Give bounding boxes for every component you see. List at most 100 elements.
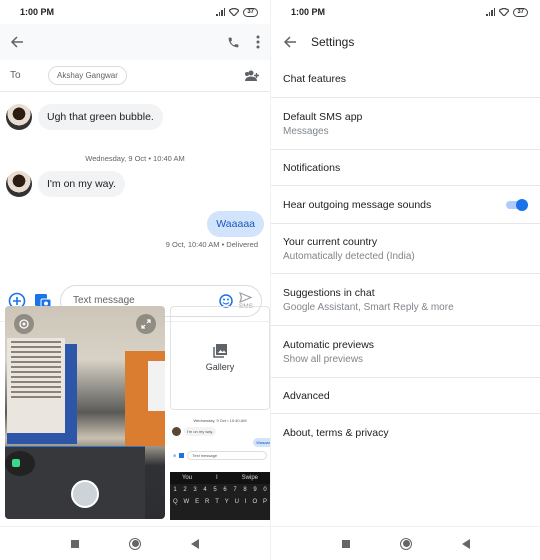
- thumb-key: Y: [224, 499, 229, 505]
- item-title: Your current country: [283, 235, 378, 248]
- received-message[interactable]: Ugh that green bubble.: [38, 104, 163, 130]
- thumb-suggestion: You: [181, 475, 193, 481]
- thumb-input: Text message: [187, 451, 267, 460]
- item-subtitle: Google Assistant, Smart Reply & more: [283, 301, 454, 313]
- page-title: Settings: [311, 35, 355, 49]
- wifi-icon: [499, 8, 510, 16]
- thumb-key: U: [234, 499, 240, 505]
- home-button[interactable]: [400, 537, 412, 550]
- thumb-key: W: [183, 499, 190, 505]
- switch-camera-icon[interactable]: [14, 314, 34, 334]
- thumb-key: T: [215, 499, 219, 505]
- expand-camera-icon[interactable]: [136, 314, 156, 334]
- status-time: 1:00 PM: [20, 7, 55, 17]
- thumb-key: 4: [203, 487, 207, 493]
- message-row: I'm on my way.: [6, 171, 125, 197]
- thumb-key: E: [195, 499, 200, 505]
- thumb-key: Q: [172, 499, 178, 505]
- thumb-key: 3: [193, 487, 197, 493]
- recents-button[interactable]: [342, 539, 350, 548]
- thumb-key: P: [263, 499, 268, 505]
- recipient-chip[interactable]: Akshay Gangwar: [48, 66, 127, 85]
- message-row: Ugh that green bubble.: [6, 104, 163, 130]
- received-message[interactable]: I'm on my way.: [38, 171, 125, 197]
- thumb-date: Wednesday, 9 Oct • 10:40 AM: [193, 418, 247, 423]
- settings-item-about[interactable]: About, terms & privacy: [271, 414, 540, 452]
- thumb-key: O: [252, 499, 258, 505]
- shutter-button[interactable]: [71, 480, 99, 508]
- camera-preview[interactable]: [5, 306, 165, 519]
- settings-item-advanced[interactable]: Advanced: [271, 378, 540, 414]
- settings-item-default-sms-app[interactable]: Default SMS app Messages: [271, 98, 540, 150]
- signal-icon: [216, 8, 226, 16]
- item-subtitle: Messages: [283, 125, 329, 137]
- battery-icon: 37: [513, 7, 528, 17]
- recipient-bar: To Akshay Gangwar: [0, 60, 270, 92]
- thumb-message: I'm on my way.: [184, 427, 217, 436]
- status-bar: 1:00 PM 37: [271, 0, 540, 24]
- settings-item-automatic-previews[interactable]: Automatic previews Show all previews: [271, 326, 540, 378]
- system-nav-bar: [0, 526, 270, 560]
- thumb-sent: Waaaaa: [253, 438, 270, 447]
- attachment-picker: Gallery Wednesday, 9 Oct • 10:40 AM I'm …: [5, 306, 270, 520]
- thumb-key: 0: [263, 487, 267, 493]
- add-person-icon[interactable]: [244, 70, 260, 81]
- status-time: 1:00 PM: [291, 7, 326, 17]
- item-title: Chat features: [283, 72, 347, 85]
- thumb-key: I: [244, 499, 247, 505]
- gallery-button[interactable]: Gallery: [170, 306, 270, 410]
- recent-screenshot-thumbnail[interactable]: Wednesday, 9 Oct • 10:40 AM I'm on my wa…: [170, 414, 270, 520]
- back-arrow-icon[interactable]: [10, 35, 24, 49]
- back-button[interactable]: [462, 538, 470, 549]
- wifi-icon: [229, 8, 240, 16]
- back-button[interactable]: [191, 538, 199, 549]
- thumb-key: 5: [213, 487, 217, 493]
- item-title: Suggestions in chat: [283, 286, 375, 299]
- system-nav-bar: [271, 526, 540, 560]
- thumb-key: 2: [183, 487, 187, 493]
- thumb-key: 7: [233, 487, 237, 493]
- send-icon: [239, 291, 253, 303]
- date-divider: Wednesday, 9 Oct • 10:40 AM: [85, 154, 185, 163]
- conversation-toolbar: [0, 24, 270, 60]
- sent-message[interactable]: Waaaaa: [207, 211, 264, 237]
- to-label: To: [10, 70, 21, 81]
- thumb-key: 1: [173, 487, 177, 493]
- message-list: Ugh that green bubble. Wednesday, 9 Oct …: [0, 92, 270, 280]
- home-button[interactable]: [129, 537, 141, 550]
- more-options-icon[interactable]: [256, 35, 260, 49]
- item-subtitle: Show all previews: [283, 353, 364, 365]
- item-title: Default SMS app: [283, 110, 363, 123]
- settings-item-chat-features[interactable]: Chat features: [271, 60, 540, 98]
- item-title: Advanced: [283, 389, 330, 402]
- settings-item-outgoing-sounds[interactable]: Hear outgoing message sounds: [271, 186, 540, 224]
- item-subtitle: Automatically detected (India): [283, 250, 415, 262]
- thumb-key: R: [204, 499, 210, 505]
- contact-avatar: [6, 171, 32, 197]
- settings-item-suggestions[interactable]: Suggestions in chat Google Assistant, Sma…: [271, 274, 540, 326]
- thumb-suggestion: Swipe: [241, 475, 259, 481]
- item-title: Hear outgoing message sounds: [283, 198, 432, 211]
- thumb-key: 8: [243, 487, 247, 493]
- item-title: Notifications: [283, 161, 341, 174]
- status-bar: 1:00 PM 37: [0, 0, 270, 24]
- battery-icon: 37: [243, 7, 258, 17]
- conversation-screen: 1:00 PM 37 To Akshay Gangwar Ugh that gr…: [0, 0, 270, 560]
- settings-item-current-country[interactable]: Your current country Automatically detect…: [271, 224, 540, 274]
- settings-screen: 1:00 PM 37 Settings Chat features Defaul…: [270, 0, 540, 560]
- gallery-label: Gallery: [205, 362, 235, 372]
- outgoing-sounds-toggle[interactable]: [506, 198, 528, 211]
- delivery-status: 9 Oct, 10:40 AM • Delivered: [165, 240, 258, 249]
- item-title: Automatic previews: [283, 338, 375, 351]
- thumb-key: 6: [223, 487, 227, 493]
- thumb-suggestion: I: [216, 475, 218, 481]
- settings-list: Chat features Default SMS app Messages No…: [271, 60, 540, 452]
- thumb-key: 9: [253, 487, 257, 493]
- settings-header: Settings: [271, 24, 540, 60]
- settings-item-notifications[interactable]: Notifications: [271, 150, 540, 186]
- recents-button[interactable]: [71, 539, 79, 548]
- gallery-icon: [213, 344, 227, 358]
- back-arrow-icon[interactable]: [283, 35, 297, 49]
- contact-avatar: [6, 104, 32, 130]
- phone-call-icon[interactable]: [227, 36, 240, 49]
